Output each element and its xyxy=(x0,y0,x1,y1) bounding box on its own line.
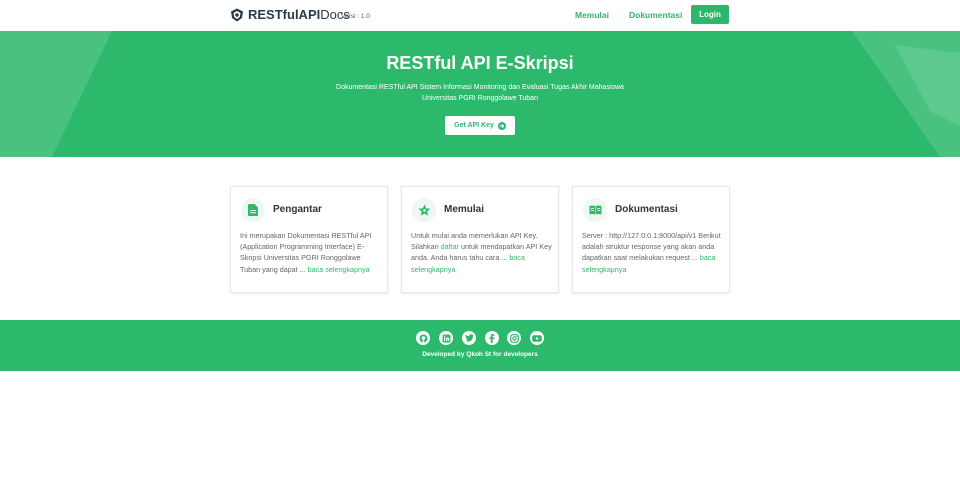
youtube-icon[interactable] xyxy=(530,331,544,345)
version-label: Versi : 1.0 xyxy=(341,13,370,20)
navbar: RESTfulAPI Docs Versi : 1.0 Memulai Dokum… xyxy=(0,0,960,31)
twitter-icon[interactable] xyxy=(462,331,476,345)
document-icon xyxy=(248,204,258,216)
github-icon[interactable] xyxy=(416,331,430,345)
footer: Developed by Qkoh St for developers xyxy=(0,320,960,371)
brand[interactable]: RESTfulAPI Docs xyxy=(230,7,350,22)
card-icon-badge xyxy=(412,198,436,222)
star-icon xyxy=(418,204,430,216)
hero-subtitle-line: Universitas PGRI Ronggolawe Tuban xyxy=(422,95,538,102)
card-pengantar: Pengantar Ini merupakan Dokumentasi REST… xyxy=(230,186,388,293)
hero-subtitle: Dokumentasi RESTful API Sistem Informasi… xyxy=(0,82,960,104)
book-icon xyxy=(589,205,601,215)
footer-credit: Developed by Qkoh St for developers xyxy=(422,351,538,358)
nav-link-memulai[interactable]: Memulai xyxy=(575,10,609,20)
card-title: Dokumentasi xyxy=(615,204,678,215)
get-api-key-button[interactable]: Get API Key xyxy=(445,116,515,135)
shield-logo-icon xyxy=(231,8,243,21)
card-icon-badge xyxy=(583,198,607,222)
daftar-link[interactable]: daftar xyxy=(441,242,459,251)
card-text: Server : http://127.0.0.1:8000/api/v1 Be… xyxy=(582,230,724,275)
hero-title: RESTful API E-Skripsi xyxy=(386,53,574,73)
card-text: Untuk mulai anda memerlukan API Key. Sil… xyxy=(411,230,553,275)
card-icon-badge xyxy=(241,198,265,222)
brand-name: RESTfulAPI xyxy=(248,7,321,22)
linkedin-icon[interactable] xyxy=(439,331,453,345)
get-api-key-label: Get API Key xyxy=(454,122,494,129)
card-dokumentasi: Dokumentasi Server : http://127.0.0.1:80… xyxy=(572,186,730,293)
nav-link-dokumentasi[interactable]: Dokumentasi xyxy=(629,10,682,20)
read-more-link[interactable]: baca selengkapnya xyxy=(308,265,370,274)
instagram-icon[interactable] xyxy=(507,331,521,345)
card-title: Pengantar xyxy=(273,204,322,215)
arrow-right-circle-icon xyxy=(497,121,506,130)
card-text: Ini merupakan Dokumentasi RESTful API (A… xyxy=(240,230,382,275)
hero-banner: RESTful API E-Skripsi Dokumentasi RESTfu… xyxy=(0,31,960,157)
card-memulai: Memulai Untuk mulai anda memerlukan API … xyxy=(401,186,559,293)
hero-subtitle-line: Dokumentasi RESTful API Sistem Informasi… xyxy=(336,84,624,91)
facebook-icon[interactable] xyxy=(485,331,499,345)
card-title: Memulai xyxy=(444,204,485,215)
login-button[interactable]: Login xyxy=(691,5,729,24)
